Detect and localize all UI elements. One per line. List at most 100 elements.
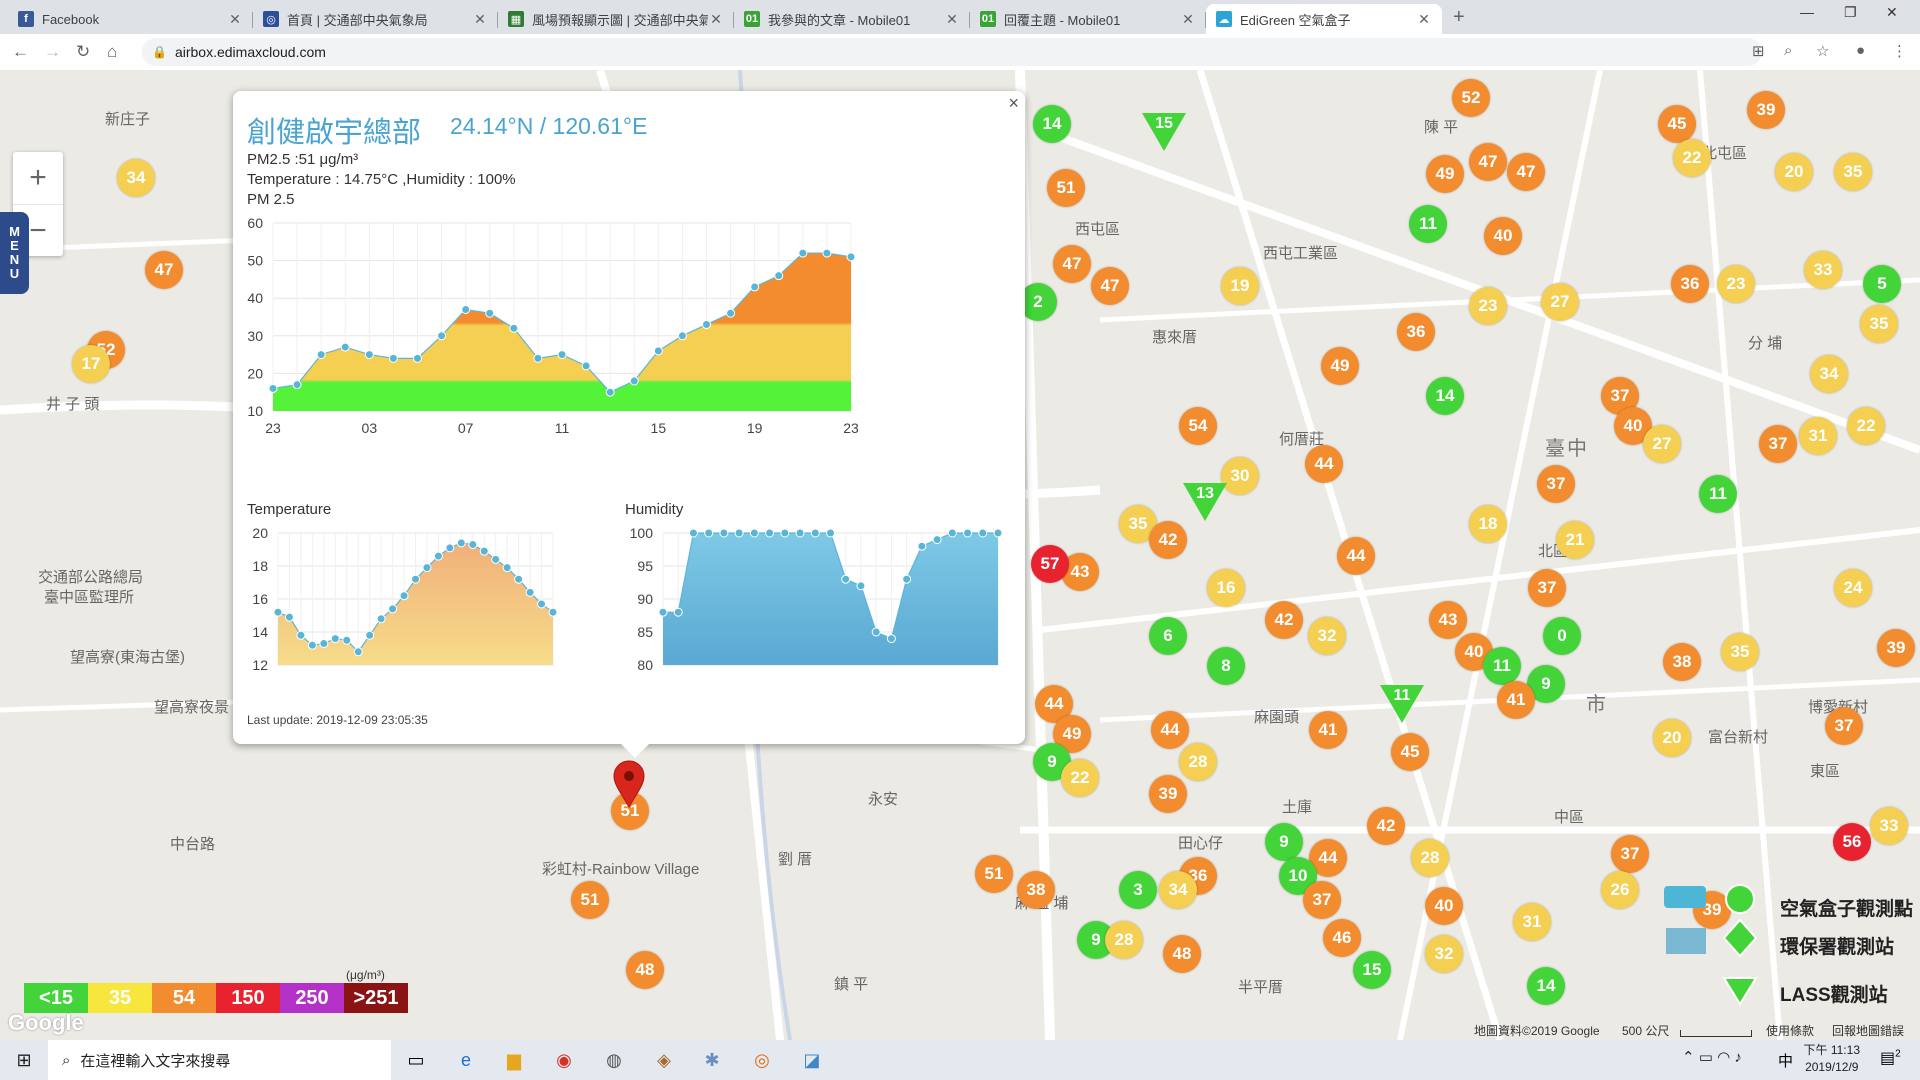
minimize-button[interactable]: —	[1800, 4, 1814, 20]
back-icon[interactable]: ←	[12, 42, 29, 62]
pm25-station-marker[interactable]: 47	[145, 251, 183, 289]
pm25-station-marker[interactable]: 32	[1308, 617, 1346, 655]
pm25-station-marker[interactable]: 36	[1397, 313, 1435, 351]
pm25-station-marker[interactable]: 47	[1469, 143, 1507, 181]
pm25-station-marker[interactable]: 15	[1353, 951, 1391, 989]
pm25-station-marker[interactable]: 11	[1699, 475, 1737, 513]
pm25-station-marker[interactable]: 47	[1507, 153, 1545, 191]
browser-tab[interactable]: 01 回覆主題 - Mobile01 ✕	[970, 4, 1206, 34]
pm25-station-marker[interactable]: 28	[1179, 743, 1217, 781]
pm25-station-marker[interactable]: 41	[1309, 711, 1347, 749]
pm25-station-marker[interactable]: 9	[1265, 823, 1303, 861]
blender-icon[interactable]: ◎	[750, 1048, 774, 1072]
pm25-station-marker[interactable]: 48	[626, 951, 664, 989]
browser-tab[interactable]: ◎ 首頁 | 交通部中央氣象局 ✕	[253, 4, 498, 34]
pm25-station-marker[interactable]: 56	[1833, 823, 1871, 861]
address-bar[interactable]: 🔒 airbox.edimaxcloud.com	[142, 38, 1762, 66]
pm25-station-marker[interactable]: 45	[1658, 105, 1696, 143]
browser-menu-icon[interactable]: ⋮	[1892, 42, 1907, 60]
pm25-station-marker[interactable]: 51	[975, 855, 1013, 893]
app-icon-1[interactable]: ◍	[602, 1048, 626, 1072]
side-menu-button[interactable]: MENU	[0, 212, 29, 294]
pm25-station-marker[interactable]: 17	[72, 345, 110, 383]
pm25-station-marker[interactable]: 22	[1061, 759, 1099, 797]
pm25-station-marker[interactable]: 24	[1834, 569, 1872, 607]
close-tab-icon[interactable]: ✕	[227, 11, 243, 28]
pm25-station-marker[interactable]: 39	[1747, 91, 1785, 129]
lass-station-marker[interactable]: 13	[1183, 483, 1227, 521]
pm25-station-marker[interactable]: 39	[1149, 775, 1187, 813]
pm25-station-marker[interactable]: 38	[1017, 871, 1055, 909]
pm25-station-marker[interactable]: 47	[1053, 245, 1091, 283]
pm25-station-marker[interactable]: 20	[1775, 153, 1813, 191]
pm25-station-marker[interactable]: 14	[1426, 377, 1464, 415]
pm25-station-marker[interactable]: 44	[1151, 711, 1189, 749]
close-tab-icon[interactable]: ✕	[1180, 11, 1196, 28]
pm25-station-marker[interactable]: 37	[1611, 835, 1649, 873]
browser-tab[interactable]: f Facebook ✕	[8, 4, 253, 34]
pm25-station-marker[interactable]: 45	[1391, 733, 1429, 771]
pm25-station-marker[interactable]: 44	[1305, 445, 1343, 483]
taskbar-search-box[interactable]: ⌕ 在這裡輸入文字來搜尋	[48, 1040, 391, 1080]
bookmark-star-icon[interactable]: ☆	[1816, 42, 1829, 60]
pm25-station-marker[interactable]: 11	[1483, 647, 1521, 685]
edge-icon[interactable]: e	[454, 1048, 478, 1072]
browser-tab[interactable]: 01 我參與的文章 - Mobile01 ✕	[734, 4, 970, 34]
close-tab-icon[interactable]: ✕	[1416, 11, 1432, 28]
pm25-station-marker[interactable]: 34	[1159, 871, 1197, 909]
pm25-station-marker[interactable]: 19	[1221, 267, 1259, 305]
app-icon-2[interactable]: ◈	[652, 1048, 676, 1072]
pm25-station-marker[interactable]: 20	[1653, 719, 1691, 757]
pm25-station-marker[interactable]: 37	[1537, 465, 1575, 503]
close-tab-icon[interactable]: ✕	[472, 11, 488, 28]
pm25-station-marker[interactable]: 26	[1601, 871, 1639, 909]
pm25-station-marker[interactable]: 57	[1031, 545, 1069, 583]
translate-icon[interactable]: ⊞	[1752, 42, 1765, 60]
pm25-station-marker[interactable]: 28	[1411, 839, 1449, 877]
pm25-station-marker[interactable]: 21	[1556, 521, 1594, 559]
pm25-station-marker[interactable]: 49	[1426, 155, 1464, 193]
system-tray-icons[interactable]: ⌃ ▭ ◠ ♪	[1682, 1048, 1742, 1066]
pm25-station-marker[interactable]: 43	[1429, 601, 1467, 639]
pm25-station-marker[interactable]: 51	[1047, 169, 1085, 207]
pm25-station-marker[interactable]: 42	[1367, 807, 1405, 845]
pm25-station-marker[interactable]: 5	[1863, 265, 1901, 303]
pm25-station-marker[interactable]: 33	[1870, 807, 1908, 845]
pm25-station-marker[interactable]: 51	[571, 881, 609, 919]
close-tab-icon[interactable]: ✕	[708, 11, 724, 28]
pm25-station-marker[interactable]: 37	[1528, 569, 1566, 607]
pm25-station-marker[interactable]: 31	[1799, 417, 1837, 455]
profile-icon[interactable]: ●	[1856, 42, 1865, 59]
selected-location-pin[interactable]	[612, 760, 646, 808]
pm25-station-marker[interactable]: 22	[1847, 407, 1885, 445]
pm25-station-marker[interactable]: 40	[1484, 217, 1522, 255]
pm25-station-marker[interactable]: 28	[1105, 921, 1143, 959]
pm25-station-marker[interactable]: 23	[1717, 265, 1755, 303]
lass-station-marker[interactable]: 11	[1380, 685, 1424, 723]
forward-icon[interactable]: →	[44, 42, 61, 62]
pm25-station-marker[interactable]: 54	[1179, 407, 1217, 445]
pm25-station-marker[interactable]: 0	[1543, 617, 1581, 655]
notification-icon[interactable]: ▤2	[1880, 1048, 1901, 1068]
pm25-station-marker[interactable]: 34	[1810, 355, 1848, 393]
pm25-station-marker[interactable]: 14	[1527, 967, 1565, 1005]
pm25-station-marker[interactable]: 42	[1265, 601, 1303, 639]
home-icon[interactable]: ⌂	[107, 42, 117, 62]
pm25-station-marker[interactable]: 41	[1497, 681, 1535, 719]
report-error-link[interactable]: 回報地圖錯誤	[1832, 1022, 1904, 1039]
app-icon-4[interactable]: ◪	[800, 1048, 824, 1072]
reload-icon[interactable]: ↻	[76, 42, 90, 62]
pm25-station-marker[interactable]: 36	[1671, 265, 1709, 303]
ime-indicator[interactable]: 中	[1778, 1050, 1793, 1071]
pm25-station-marker[interactable]: 16	[1207, 569, 1245, 607]
pm25-station-marker[interactable]: 37	[1303, 881, 1341, 919]
pm25-station-marker[interactable]: 46	[1323, 919, 1361, 957]
lass-station-marker[interactable]: 15	[1142, 113, 1186, 151]
pm25-station-marker[interactable]: 32	[1425, 935, 1463, 973]
zoom-in-button[interactable]: +	[13, 152, 63, 205]
pm25-station-marker[interactable]: 52	[1452, 79, 1490, 117]
pm25-station-marker[interactable]: 3	[1119, 871, 1157, 909]
pm25-station-marker[interactable]: 44	[1337, 537, 1375, 575]
browser-tab[interactable]: ▦ 風場預報顯示圖 | 交通部中央氣象 ✕	[498, 4, 734, 34]
pm25-station-marker[interactable]: 23	[1469, 287, 1507, 325]
